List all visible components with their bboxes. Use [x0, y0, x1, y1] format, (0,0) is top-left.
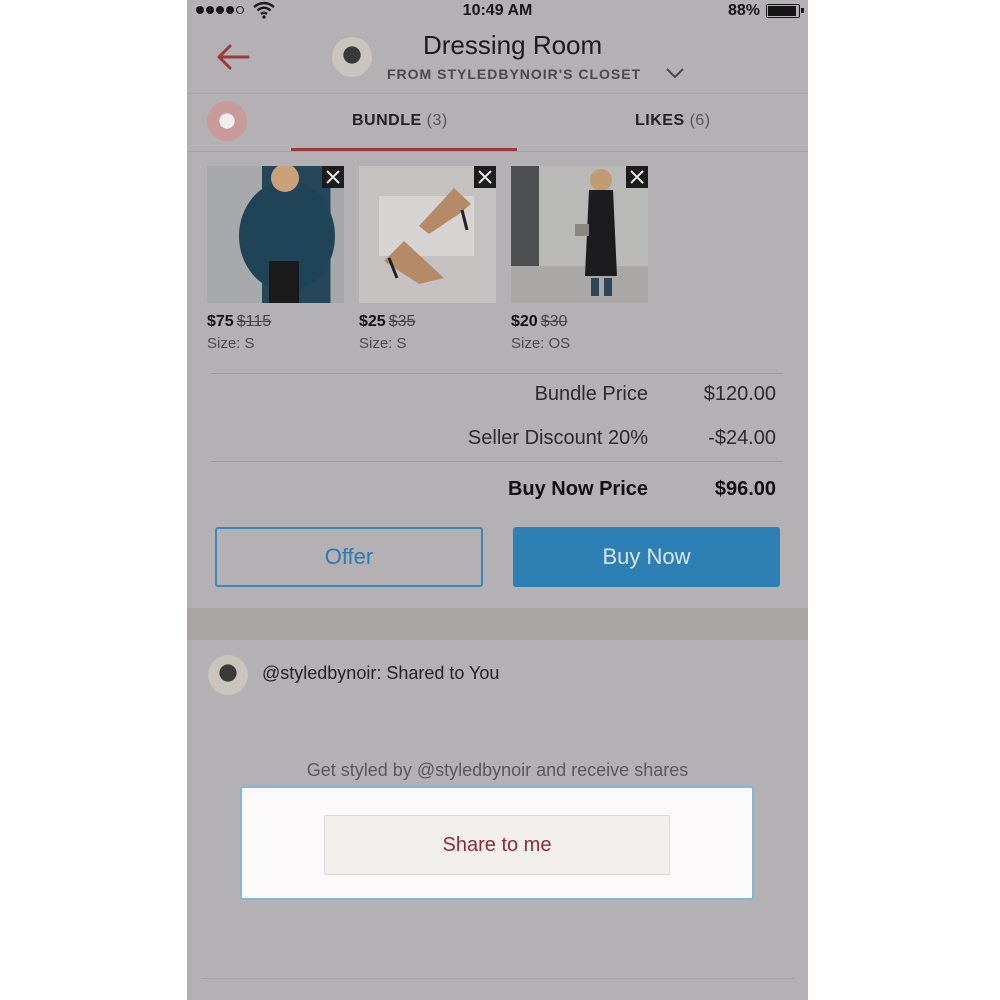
shared-heading: @styledbynoir: Shared to You: [262, 663, 500, 683]
item-price: $25 $35: [359, 313, 496, 331]
item-price: $75 $115: [207, 313, 344, 331]
bundle-items: $75 $115 Size: S $25 $35 Size: S $20 $30…: [207, 166, 648, 352]
divider: [201, 978, 794, 979]
section-separator: [187, 608, 808, 640]
divider: [211, 373, 783, 374]
close-icon: [326, 170, 340, 184]
closet-subtitle[interactable]: FROM STYLEDBYNOIR'S CLOSET: [387, 66, 641, 82]
header: Dressing Room FROM STYLEDBYNOIR'S CLOSET: [187, 24, 808, 94]
shared-prompt: Get styled by @styledbynoir and receive …: [306, 760, 689, 780]
share-to-me-button[interactable]: Share to me: [324, 815, 670, 875]
bundle-item[interactable]: $75 $115 Size: S: [207, 166, 344, 352]
page-title: Dressing Room: [423, 30, 603, 60]
battery-percentage: 88%: [727, 2, 760, 19]
bundle-item[interactable]: $25 $35 Size: S: [359, 166, 496, 352]
bundle-price-value: $120.00: [703, 383, 776, 405]
share-highlight-box: Share to me: [240, 786, 754, 900]
chevron-down-icon[interactable]: [665, 66, 685, 80]
close-icon: [630, 170, 644, 184]
item-original-price: $30: [540, 313, 568, 330]
item-original-price: $115: [236, 313, 272, 330]
item-photo-heels[interactable]: [359, 166, 496, 303]
offer-button[interactable]: Offer: [215, 527, 483, 587]
tab-bar: BUNDLE (3) LIKES (6): [187, 94, 808, 152]
remove-item-button[interactable]: [322, 166, 344, 188]
buy-now-price-label: Buy Now Price: [507, 478, 648, 500]
buyer-avatar[interactable]: [207, 101, 247, 141]
remove-item-button[interactable]: [626, 166, 648, 188]
item-photo-dress[interactable]: [511, 166, 648, 303]
buy-now-price-value: $96.00: [714, 478, 776, 500]
active-tab-indicator: [291, 148, 517, 151]
item-size: Size: S: [359, 335, 407, 352]
status-time: 10:49 AM: [462, 2, 533, 19]
item-original-price: $35: [388, 313, 416, 330]
seller-avatar[interactable]: [332, 37, 372, 77]
tab-bundle-label: BUNDLE: [352, 112, 422, 129]
buy-now-button[interactable]: Buy Now: [513, 527, 780, 587]
seller-avatar[interactable]: [208, 655, 248, 695]
close-icon: [478, 170, 492, 184]
bundle-price-label: Bundle Price: [534, 383, 648, 405]
item-current-price: $25: [359, 313, 386, 330]
seller-discount-label: Seller Discount 20%: [467, 427, 648, 449]
tab-bundle[interactable]: BUNDLE (3): [352, 112, 448, 130]
battery-icon: [766, 4, 804, 18]
divider: [211, 461, 783, 462]
tab-likes-count: (6): [689, 112, 711, 129]
remove-item-button[interactable]: [474, 166, 496, 188]
phone-screen: 10:49 AM 88% Dressing Room FROM STYLEDBY…: [187, 0, 808, 1000]
seller-discount-value: -$24.00: [708, 427, 776, 449]
item-size: Size: OS: [511, 335, 571, 352]
tab-bundle-count: (3): [426, 112, 448, 129]
back-arrow-icon[interactable]: [215, 42, 251, 72]
item-current-price: $20: [511, 313, 538, 330]
item-photo-fur-coat[interactable]: [207, 166, 344, 303]
item-size: Size: S: [207, 335, 255, 352]
tab-likes[interactable]: LIKES (6): [635, 112, 711, 130]
item-price: $20 $30: [511, 313, 648, 331]
item-current-price: $75: [207, 313, 234, 330]
bundle-item[interactable]: $20 $30 Size: OS: [511, 166, 648, 352]
status-bar: 10:49 AM 88%: [187, 0, 808, 24]
tab-likes-label: LIKES: [635, 112, 685, 129]
